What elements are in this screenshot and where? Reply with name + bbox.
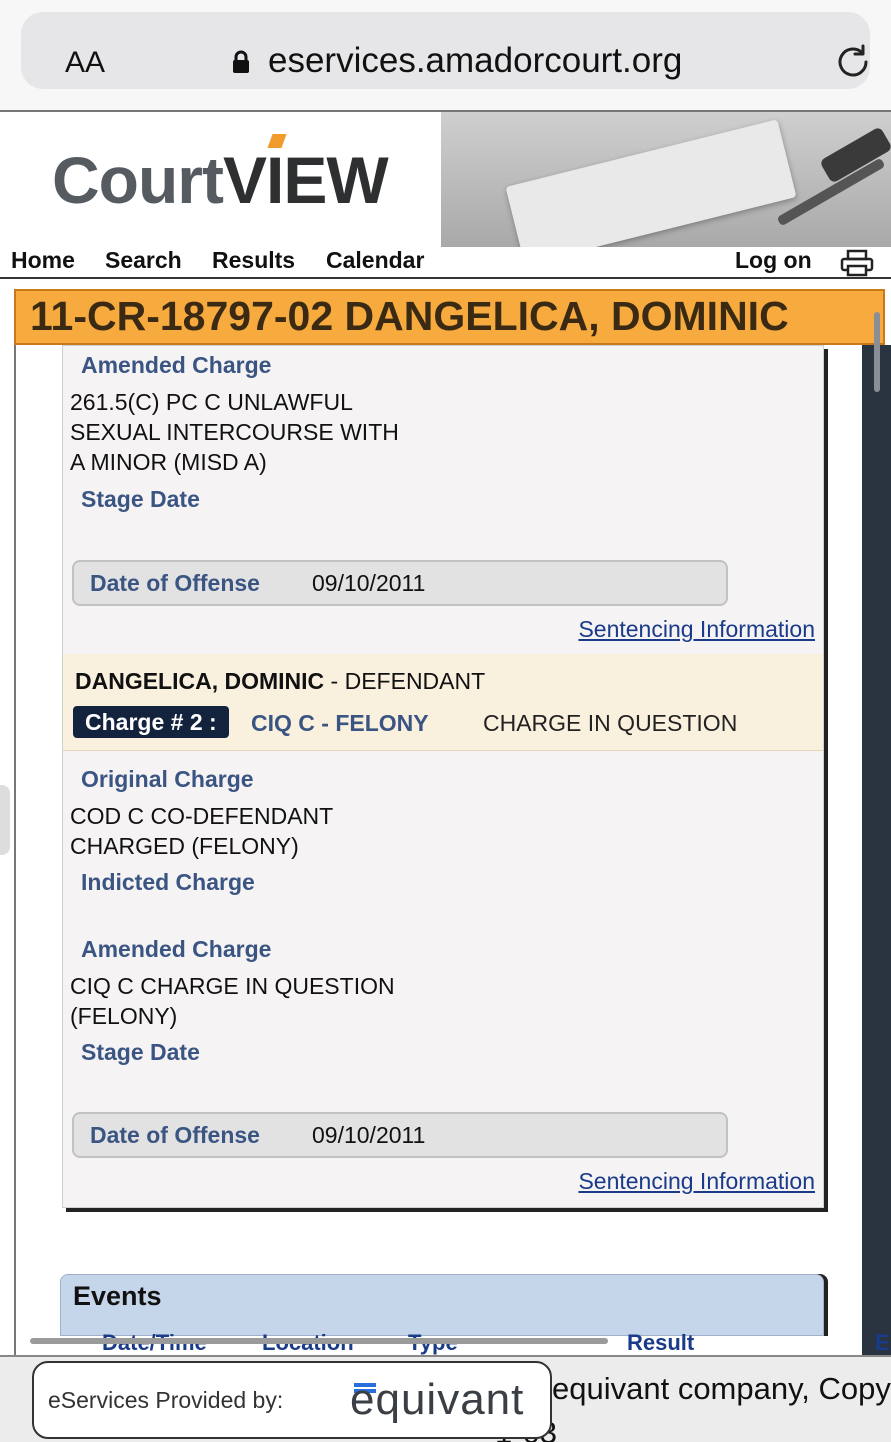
logo-view-text: VIEW	[222, 143, 389, 217]
case-title: 11-CR-18797-02 DANGELICA, DOMINIC	[30, 293, 789, 339]
url-field[interactable]: AA eservices.amadorcourt.org	[21, 12, 870, 89]
column-header-result[interactable]: Result	[627, 1330, 694, 1356]
defendant-header: DANGELICA, DOMINIC - DEFENDANT Charge # …	[63, 654, 823, 751]
sentencing-information-link[interactable]: Sentencing Information	[578, 616, 815, 643]
browser-address-bar: AA eservices.amadorcourt.org	[0, 0, 891, 110]
stage-date-label: Stage Date	[81, 486, 200, 512]
nav-calendar[interactable]: Calendar	[326, 247, 424, 274]
nav-results[interactable]: Results	[212, 247, 295, 274]
lock-icon	[233, 50, 249, 73]
charge-description: CHARGE IN QUESTION	[483, 710, 738, 736]
amended-charge-line: A MINOR (MISD A)	[70, 449, 267, 475]
defendant-role: - DEFENDANT	[324, 668, 486, 694]
indicted-charge-label: Indicted Charge	[81, 869, 255, 895]
amended-charge-line: 261.5(C) PC C UNLAWFUL	[70, 389, 353, 415]
main-nav: Home Search Results Calendar Log on	[0, 247, 891, 279]
date-of-offense-value: 09/10/2011	[312, 570, 426, 596]
amended-charge-line: SEXUAL INTERCOURSE WITH	[70, 419, 399, 445]
print-icon[interactable]	[840, 249, 874, 277]
case-title-bar: 11-CR-18797-02 DANGELICA, DOMINIC	[14, 289, 885, 345]
sentencing-information-link[interactable]: Sentencing Information	[578, 1168, 815, 1195]
nav-log-on[interactable]: Log on	[735, 247, 812, 274]
courtview-logo[interactable]: CourtVIEW	[0, 112, 440, 247]
url-text: eservices.amadorcourt.org	[268, 41, 683, 80]
text-size-button[interactable]: AA	[65, 46, 105, 80]
header-banner-image	[441, 112, 891, 247]
charge-card-2: DANGELICA, DOMINIC - DEFENDANT Charge # …	[62, 654, 824, 1208]
date-of-offense-label: Date of Offense	[90, 1122, 260, 1148]
footer-copyright-text: equivant company, Copy	[552, 1371, 891, 1406]
web-page: CourtVIEW Home Search Results Calendar L…	[0, 110, 891, 1357]
reload-icon[interactable]	[833, 42, 873, 82]
original-charge-line: CHARGED (FELONY)	[70, 833, 299, 859]
page-footer: equivant company, Copy 1-03 eServices Pr…	[0, 1355, 891, 1442]
events-title: Events	[73, 1281, 162, 1311]
amended-charge-label: Amended Charge	[81, 352, 272, 378]
date-of-offense-label: Date of Offense	[90, 570, 260, 596]
original-charge-line: COD C CO-DEFENDANT	[70, 803, 334, 829]
charge-code: CIQ C - FELONY	[251, 710, 429, 736]
charge-number-badge: Charge # 2 :	[73, 706, 229, 738]
nav-search[interactable]: Search	[105, 247, 182, 274]
date-of-offense-box: Date of Offense 09/10/2011	[72, 1112, 728, 1158]
amended-charge-line: (FELONY)	[70, 1003, 178, 1029]
events-section-header: Events	[60, 1274, 824, 1336]
amended-charge-line: CIQ C CHARGE IN QUESTION	[70, 973, 395, 999]
vertical-scrollbar-thumb[interactable]	[874, 312, 880, 392]
horizontal-scrollbar[interactable]	[30, 1338, 608, 1344]
amended-charge-label: Amended Charge	[81, 936, 272, 962]
date-of-offense-box: Date of Offense 09/10/2011	[72, 560, 728, 606]
original-charge-label: Original Charge	[81, 766, 254, 792]
case-content: Amended Charge 261.5(C) PC C UNLAWFUL SE…	[14, 345, 865, 1357]
stage-date-label: Stage Date	[81, 1039, 200, 1065]
charge-card-1: Amended Charge 261.5(C) PC C UNLAWFUL SE…	[62, 345, 824, 662]
equivant-logo: equivant	[350, 1375, 525, 1424]
provided-by-label: eServices Provided by:	[48, 1387, 284, 1413]
date-of-offense-value: 09/10/2011	[312, 1122, 426, 1148]
defendant-name: DANGELICA, DOMINIC	[75, 668, 325, 694]
vertical-scrollbar-track[interactable]	[862, 345, 891, 1357]
nav-home[interactable]: Home	[11, 247, 75, 274]
provided-by-badge[interactable]: eServices Provided by: equivant	[32, 1361, 552, 1439]
logo-court-text: Court	[52, 143, 224, 217]
defendant-label: DANGELICA, DOMINIC - DEFENDANT	[75, 668, 485, 695]
side-panel-handle[interactable]	[0, 785, 10, 855]
column-header-e[interactable]: E	[875, 1330, 890, 1356]
